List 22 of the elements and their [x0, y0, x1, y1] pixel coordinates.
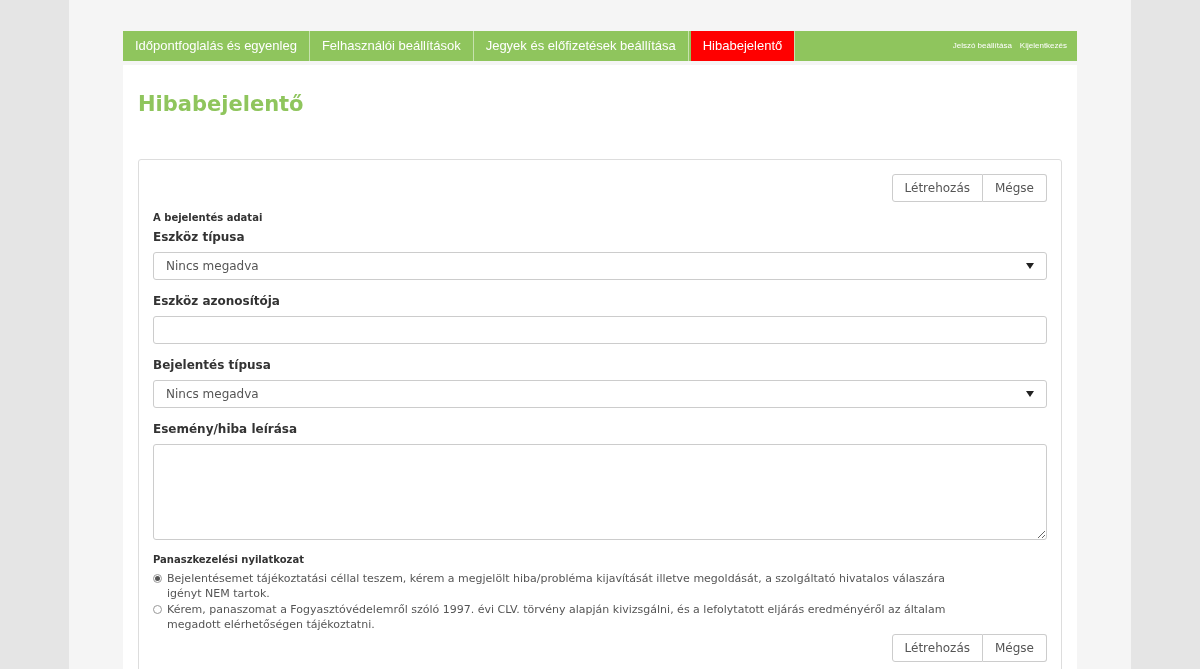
radio-label: Bejelentésemet tájékoztatási céllal teszem, kérem a megjelölt hiba/probléma kijavítását illetve megoldását, a szolgáltató hivatalos válaszára igényt NEM tartok.: [167, 570, 946, 601]
dropdown-field[interactable]: Nincs megadva: [153, 251, 1047, 280]
nav-tab[interactable]: Hibabejelentő: [690, 31, 796, 61]
create-button[interactable]: Létrehozás: [891, 173, 983, 202]
statement-label: Panaszkezelési nyilatkozat: [153, 552, 305, 567]
cancel-button[interactable]: Mégse: [983, 633, 1047, 662]
input-field[interactable]: [153, 315, 1047, 344]
radio-label: Kérem, panaszomat a Fogyasztóvédelemről szóló 1997. évi CLV. törvény alapján kivizsgálni, és a lefolytatott eljárás eredményéről az általam megadott elérhetőségen tájékoztatni.: [167, 601, 947, 632]
cancel-button[interactable]: Mégse: [983, 173, 1047, 202]
field-label: Eszköz típusa: [153, 228, 246, 246]
section-label: A bejelentés adatai: [153, 210, 264, 225]
text-area[interactable]: [153, 443, 1047, 540]
dropdown-caret-icon: [1026, 262, 1034, 269]
field-label: Bejelentés típusa: [153, 356, 272, 374]
field-label: Esemény/hiba leírása: [153, 420, 298, 438]
page-title: Hibabejelentő: [138, 91, 305, 118]
field-label: Eszköz azonosítója: [153, 292, 281, 310]
dropdown-field[interactable]: Nincs megadva: [153, 379, 1047, 408]
dropdown-caret-icon: [1026, 390, 1034, 397]
radio-button[interactable]: [153, 604, 162, 614]
radio-button[interactable]: [153, 573, 162, 583]
create-button[interactable]: Létrehozás: [891, 633, 983, 662]
